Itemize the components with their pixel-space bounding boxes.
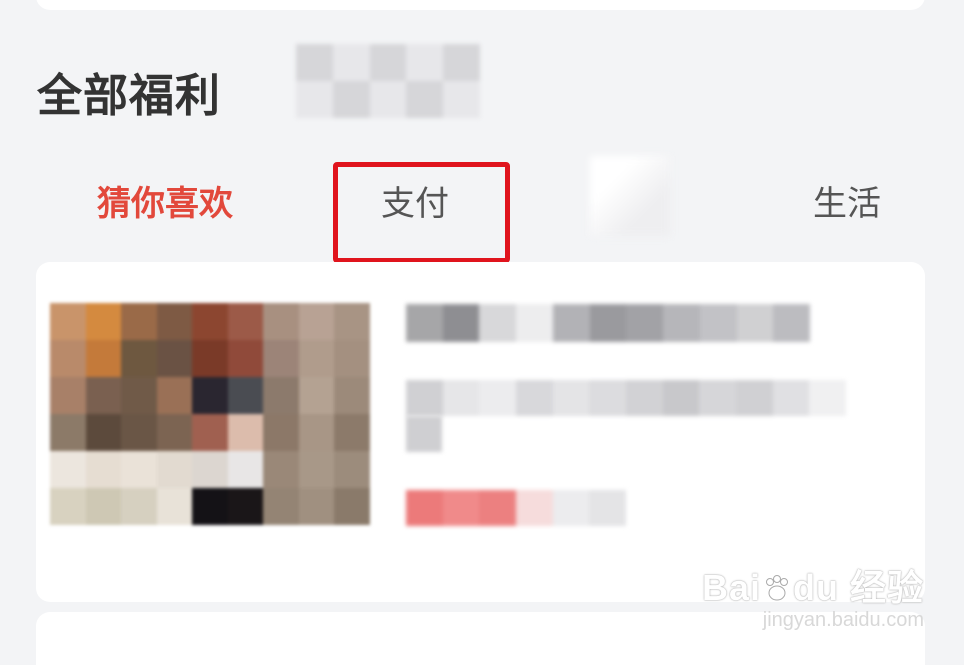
redacted-product-title (406, 304, 810, 342)
redacted-product-desc-end (406, 416, 442, 452)
next-card (36, 612, 925, 665)
redacted-product-desc (406, 380, 846, 416)
redacted-tab[interactable] (590, 156, 670, 236)
app-screen: 全部福利 猜你喜欢 支付 生活 Bai du 经验 jingyan.baidu.… (0, 0, 964, 665)
redacted-price-tag (406, 490, 626, 526)
annotation-highlight-box (333, 162, 510, 263)
section-title: 全部福利 (37, 69, 222, 122)
previous-card (36, 0, 925, 10)
tab-guess-you-like[interactable]: 猜你喜欢 (97, 182, 233, 226)
tab-life[interactable]: 生活 (813, 182, 881, 226)
redacted-title-area (296, 44, 480, 118)
product-thumbnail[interactable] (50, 303, 370, 525)
